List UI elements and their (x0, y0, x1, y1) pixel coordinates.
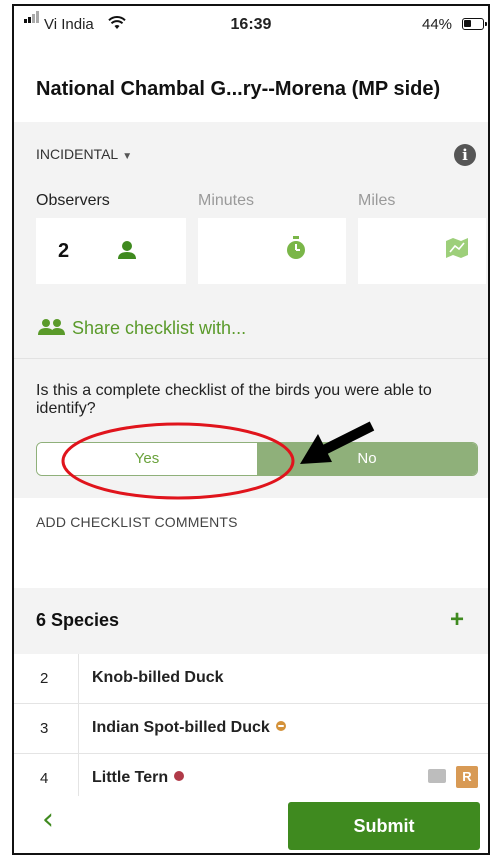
person-icon (118, 241, 136, 259)
checklist-title[interactable]: National Chambal G...ry--Morena (MP side… (36, 78, 440, 101)
battery-icon (462, 18, 487, 30)
map-icon (446, 238, 468, 258)
row-divider (78, 704, 79, 753)
species-count: 2 (40, 670, 49, 687)
observers-value: 2 (58, 240, 70, 262)
species-count-title: 6 Species (36, 610, 120, 630)
info-icon[interactable]: i (454, 144, 476, 166)
minutes-label: Minutes (198, 192, 255, 209)
minutes-field[interactable] (198, 218, 346, 284)
observers-label: Observers (36, 192, 110, 209)
add-comments-button[interactable]: ADD CHECKLIST COMMENTS (36, 514, 238, 530)
species-name: Indian Spot-billed Duck (92, 719, 286, 737)
complete-checklist-panel (14, 358, 488, 498)
phone-screen: Vi India 16:39 44% National Chambal G...… (12, 4, 490, 855)
species-count: 4 (40, 770, 49, 787)
submit-button[interactable]: Submit (288, 802, 480, 850)
yes-option[interactable]: Yes (37, 443, 257, 475)
uncommon-dot-icon (275, 721, 286, 731)
complete-checklist-toggle[interactable]: Yes No (36, 442, 478, 476)
row-divider (78, 654, 79, 703)
group-icon (38, 319, 65, 335)
complete-checklist-question: Is this a complete checklist of the bird… (36, 382, 432, 417)
chevron-down-icon: ▼ (122, 151, 133, 162)
miles-label: Miles (358, 192, 396, 209)
share-label: Share checklist with... (72, 318, 247, 338)
rare-badge[interactable]: R (456, 766, 478, 788)
protocol-label: INCIDENTAL (36, 146, 119, 162)
species-count: 3 (40, 720, 49, 737)
species-row[interactable]: 3 Indian Spot-billed Duck (14, 704, 488, 754)
comment-icon[interactable] (428, 769, 446, 783)
add-species-icon[interactable]: + (450, 606, 464, 634)
share-checklist-button[interactable]: Share checklist with... (38, 318, 246, 339)
status-bar: Vi India 16:39 44% (14, 6, 488, 42)
battery-percent: 44% (422, 16, 453, 33)
clock: 16:39 (230, 16, 272, 33)
species-row[interactable]: 2 Knob-billed Duck (14, 654, 488, 704)
back-chevron-icon[interactable]: ‹ (42, 802, 54, 837)
rare-dot-icon (174, 771, 185, 781)
no-option[interactable]: No (257, 443, 477, 475)
species-name: Little Tern (92, 769, 185, 787)
species-name: Knob-billed Duck (92, 669, 224, 686)
protocol-dropdown[interactable]: INCIDENTAL ▼ (36, 146, 132, 162)
stopwatch-icon (287, 236, 305, 259)
